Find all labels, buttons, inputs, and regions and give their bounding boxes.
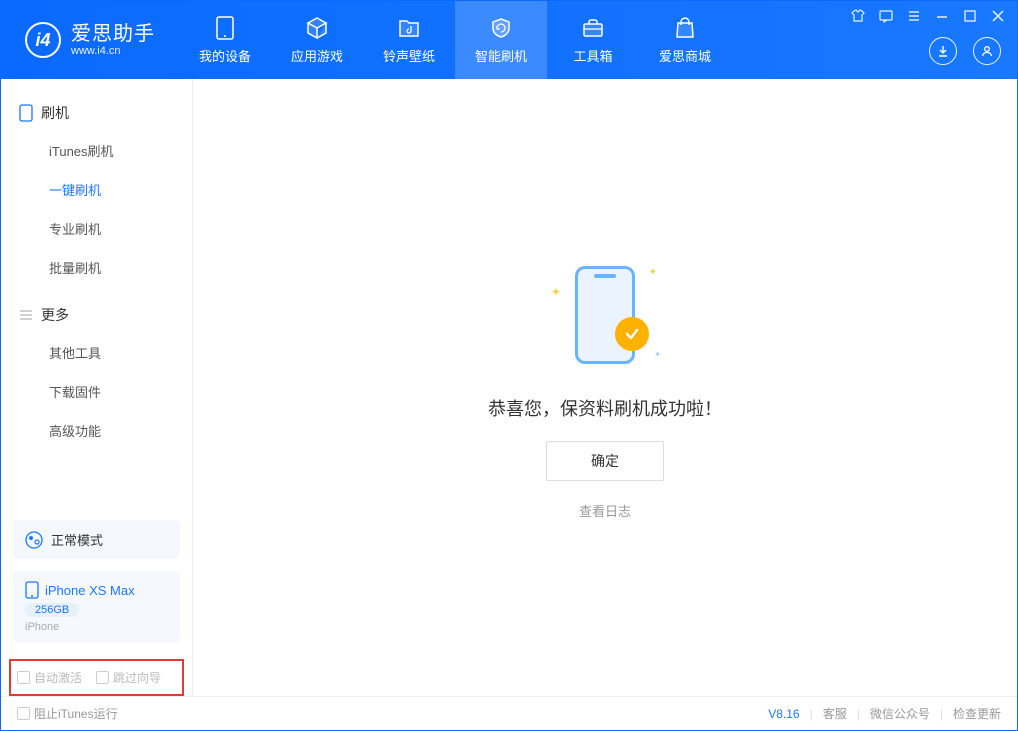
tab-store[interactable]: 爱思商城 xyxy=(639,1,731,79)
header-actions xyxy=(929,37,1001,65)
device-icon xyxy=(25,581,39,599)
app-name: 爱思助手 xyxy=(71,23,155,45)
main-tabs: 我的设备 应用游戏 铃声壁纸 智能刷机 工具箱 爱思商城 xyxy=(179,1,731,79)
tab-my-device[interactable]: 我的设备 xyxy=(179,1,271,79)
sidebar-item-download-firmware[interactable]: 下载固件 xyxy=(1,372,192,411)
shirt-icon[interactable] xyxy=(849,7,867,25)
close-button[interactable] xyxy=(989,7,1007,25)
checkbox-label: 阻止iTunes运行 xyxy=(34,705,118,722)
app-window: i4 爱思助手 www.i4.cn 我的设备 应用游戏 铃声壁纸 智能刷机 xyxy=(0,0,1018,731)
checkbox-icon xyxy=(17,707,30,720)
tab-label: 爱思商城 xyxy=(659,46,711,65)
checkbox-skip-guide[interactable]: 跳过向导 xyxy=(96,669,161,686)
tab-toolbox[interactable]: 工具箱 xyxy=(547,1,639,79)
sidebar-item-oneclick-flash[interactable]: 一键刷机 xyxy=(1,170,192,209)
device-type: iPhone xyxy=(25,621,59,633)
sparkle-icon: ✦ xyxy=(551,285,561,299)
logo-icon: i4 xyxy=(25,22,61,58)
music-folder-icon xyxy=(397,16,421,40)
sparkle-icon: ✦ xyxy=(649,267,657,278)
highlighted-options: 自动激活 跳过向导 xyxy=(9,659,184,696)
body: 刷机 iTunes刷机 一键刷机 专业刷机 批量刷机 更多 其他工具 下载固件 … xyxy=(1,79,1017,696)
checkbox-label: 自动激活 xyxy=(34,669,82,686)
refresh-shield-icon xyxy=(489,16,513,40)
shopping-bag-icon xyxy=(673,16,697,40)
check-update-link[interactable]: 检查更新 xyxy=(953,705,1001,722)
success-illustration: ✦ ✦ ✦ xyxy=(545,255,665,375)
cube-icon xyxy=(305,16,329,40)
checkbox-auto-activate[interactable]: 自动激活 xyxy=(17,669,82,686)
checkbox-icon xyxy=(96,671,109,684)
device-name: iPhone XS Max xyxy=(45,583,135,598)
app-logo: i4 爱思助手 www.i4.cn xyxy=(1,22,179,58)
mode-card[interactable]: 正常模式 xyxy=(13,520,180,559)
sidebar-item-advanced[interactable]: 高级功能 xyxy=(1,411,192,450)
view-log-link[interactable]: 查看日志 xyxy=(579,501,631,520)
mode-icon xyxy=(25,531,43,549)
ok-button[interactable]: 确定 xyxy=(546,441,664,481)
sparkle-icon: ✦ xyxy=(654,350,661,359)
checkbox-icon xyxy=(17,671,30,684)
version-label: V8.16 xyxy=(768,707,799,721)
maximize-button[interactable] xyxy=(961,7,979,25)
tab-label: 智能刷机 xyxy=(475,46,527,65)
app-url: www.i4.cn xyxy=(71,45,155,57)
main-content: ✦ ✦ ✦ 恭喜您，保资料刷机成功啦！ 确定 查看日志 xyxy=(193,79,1017,696)
device-card[interactable]: iPhone XS Max 256GB iPhone xyxy=(13,571,180,643)
statusbar: 阻止iTunes运行 V8.16 | 客服 | 微信公众号 | 检查更新 xyxy=(1,696,1017,730)
tab-label: 工具箱 xyxy=(573,46,612,65)
minimize-button[interactable] xyxy=(933,7,951,25)
feedback-icon[interactable] xyxy=(877,7,895,25)
tab-label: 铃声壁纸 xyxy=(383,46,435,65)
checkbox-block-itunes[interactable]: 阻止iTunes运行 xyxy=(17,705,118,722)
list-icon xyxy=(19,308,33,322)
sidebar-item-batch-flash[interactable]: 批量刷机 xyxy=(1,248,192,287)
success-message: 恭喜您，保资料刷机成功啦！ xyxy=(488,395,722,421)
sidebar-section-flash: 刷机 xyxy=(1,95,192,131)
tab-smart-flash[interactable]: 智能刷机 xyxy=(455,1,547,79)
sidebar-item-other-tools[interactable]: 其他工具 xyxy=(1,333,192,372)
checkbox-label: 跳过向导 xyxy=(113,669,161,686)
window-controls xyxy=(849,7,1007,25)
user-button[interactable] xyxy=(973,37,1001,65)
sidebar: 刷机 iTunes刷机 一键刷机 专业刷机 批量刷机 更多 其他工具 下载固件 … xyxy=(1,79,193,696)
toolbox-icon xyxy=(581,16,605,40)
success-check-icon xyxy=(615,317,649,351)
phone-outline-icon xyxy=(19,104,33,122)
download-button[interactable] xyxy=(929,37,957,65)
titlebar: i4 爱思助手 www.i4.cn 我的设备 应用游戏 铃声壁纸 智能刷机 xyxy=(1,1,1017,79)
device-storage: 256GB xyxy=(25,603,79,617)
tab-apps-games[interactable]: 应用游戏 xyxy=(271,1,363,79)
tab-label: 我的设备 xyxy=(199,46,251,65)
sidebar-section-more: 更多 xyxy=(1,297,192,333)
section-label: 更多 xyxy=(41,305,69,325)
support-link[interactable]: 客服 xyxy=(823,705,847,722)
section-label: 刷机 xyxy=(41,103,69,123)
tab-ringtone-wallpaper[interactable]: 铃声壁纸 xyxy=(363,1,455,79)
mode-label: 正常模式 xyxy=(51,530,103,549)
wechat-link[interactable]: 微信公众号 xyxy=(870,705,930,722)
sidebar-item-pro-flash[interactable]: 专业刷机 xyxy=(1,209,192,248)
phone-icon xyxy=(213,16,237,40)
tab-label: 应用游戏 xyxy=(291,46,343,65)
sidebar-item-itunes-flash[interactable]: iTunes刷机 xyxy=(1,131,192,170)
menu-icon[interactable] xyxy=(905,7,923,25)
